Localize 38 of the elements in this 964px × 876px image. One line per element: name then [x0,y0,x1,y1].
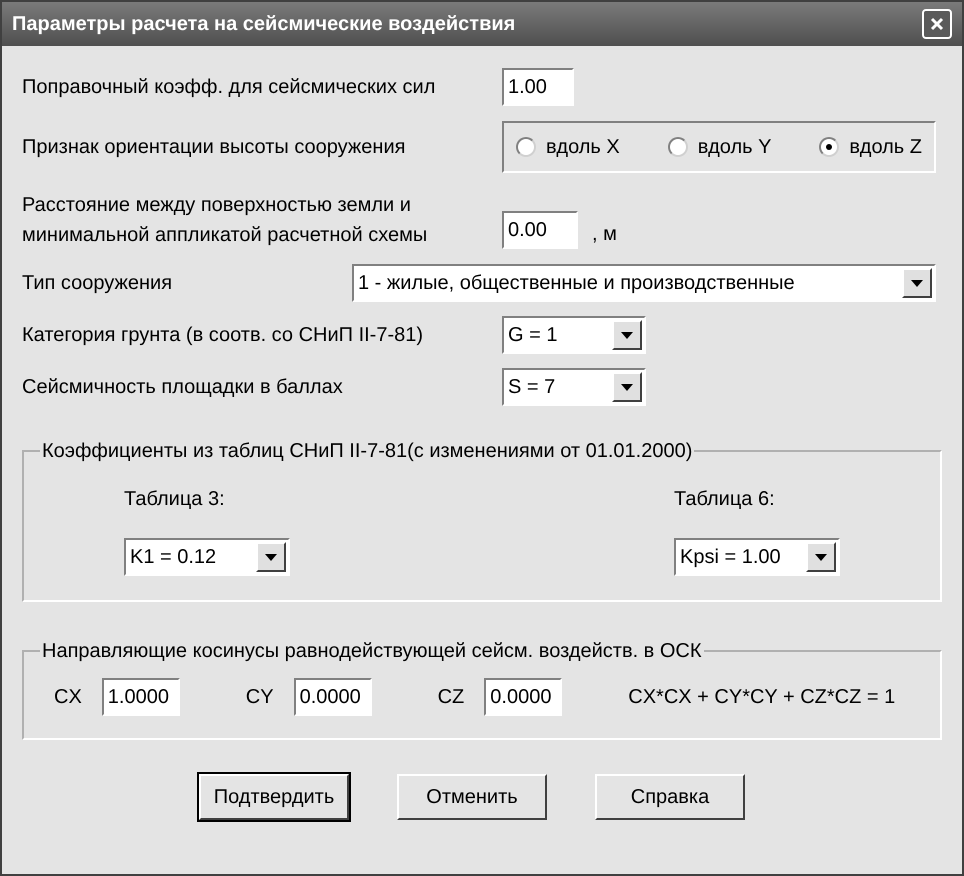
dialog-button[interactable]: Подтвердить [199,774,349,820]
group-title: Коэффициенты из таблиц СНиП II-7-81(с изменениями от 01.01.2000) [41,439,694,464]
cosine-field[interactable]: 1.0000 [102,678,180,716]
formula-text: CX*CX + CY*CY + CZ*CZ = 1 [628,685,896,710]
cosine-field[interactable]: 0.0000 [484,678,562,716]
radio-button[interactable] [819,137,840,157]
cosine-field[interactable]: 0.0000 [294,678,372,716]
unit-label: , м [592,222,617,247]
field-label: Таблица 6: [674,487,775,512]
distance-field[interactable]: 0.00 [502,211,578,249]
radio-option[interactable]: вдоль X [516,132,620,162]
field-label: Признак ориентации высоты сооружения [22,135,406,160]
field-label: CY [246,685,274,710]
field-label: Категория грунта (в соотв. со СНиП II-7-81) [22,323,424,348]
field-label: минимальной аппликатой расчетной схемы [22,223,428,248]
coefficient-field[interactable]: 1.00 [502,68,574,106]
group-title: Направляющие косинусы равнодействующей сейсм. воздейств. в ОСК [41,639,703,664]
close-icon [930,17,944,31]
field-label: CZ [438,685,464,710]
field-label: Поправочный коэфф. для сейсмических сил [22,75,436,100]
window-title: Параметры расчета на сейсмические воздействия [12,12,516,37]
field-label: Таблица 3: [124,487,225,512]
field-label: Сейсмичность площадки в баллах [22,375,344,400]
dropdown[interactable]: K1 = 0.12 [124,538,290,576]
radio-option[interactable]: вдоль Z [819,132,922,162]
field-label: CX [54,685,82,710]
field-label: Тип сооружения [22,271,174,296]
dropdown[interactable]: Kpsi = 1.00 [674,538,840,576]
radio-button[interactable] [668,137,688,157]
dropdown[interactable]: S = 7 [502,368,646,406]
radio-button[interactable] [516,137,536,157]
dialog-button[interactable]: Отменить [397,774,547,820]
close-button[interactable] [922,9,952,39]
field-label: Расстояние между поверхностью земли и [22,193,412,218]
dropdown[interactable]: G = 1 [502,316,646,354]
dialog-button[interactable]: Справка [595,774,745,820]
dropdown[interactable]: 1 - жилые, общественные и производственные [352,264,936,302]
radio-option[interactable]: вдоль Y [668,132,772,162]
